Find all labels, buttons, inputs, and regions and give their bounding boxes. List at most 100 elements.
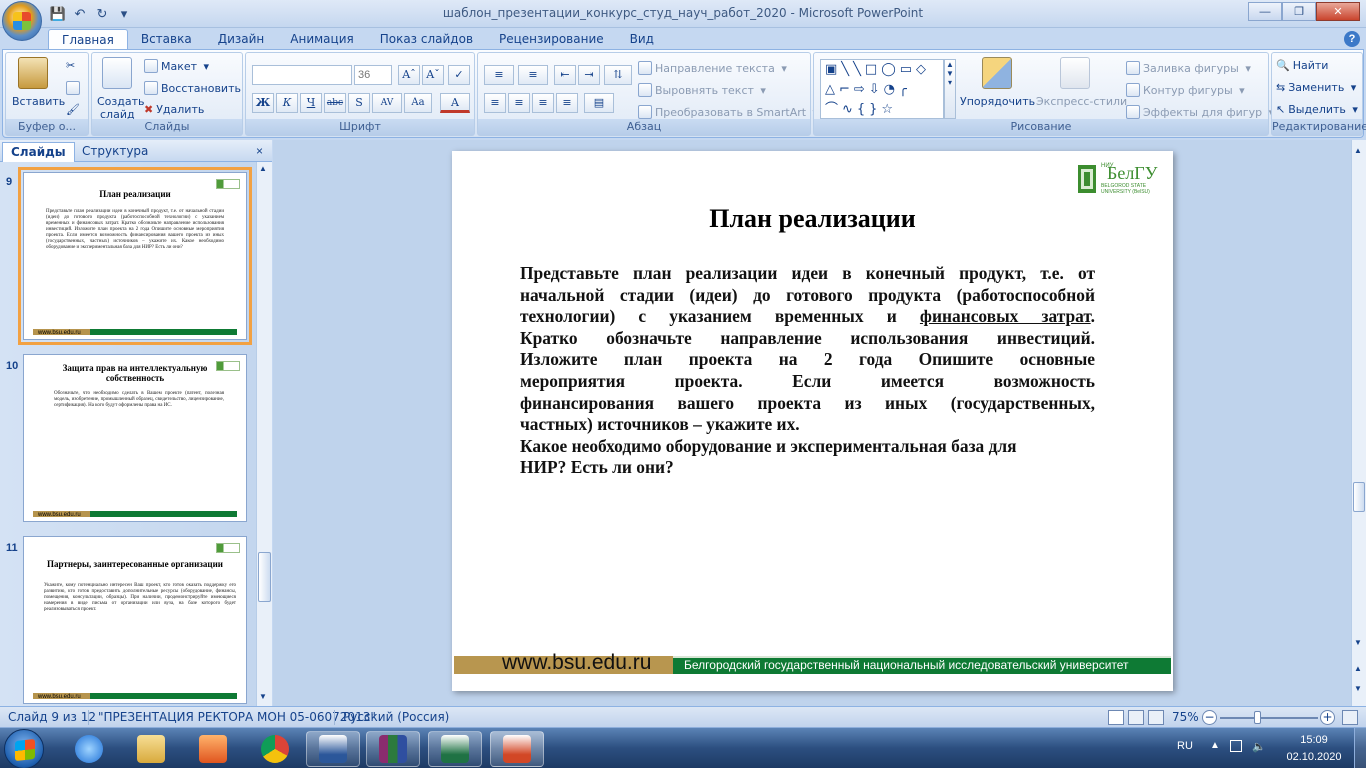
new-slide-button[interactable]: Создать (97, 95, 145, 108)
taskbar-explorer[interactable] (124, 731, 178, 767)
shadow-button[interactable]: S (348, 93, 370, 113)
shape-fill-button[interactable]: Заливка фигуры ▾ (1126, 61, 1251, 75)
scroll-down-icon[interactable]: ▼ (1354, 638, 1362, 647)
tab-insert[interactable]: Вставка (128, 29, 205, 50)
panel-scroll-thumb[interactable] (258, 552, 271, 602)
tab-design[interactable]: Дизайн (205, 29, 278, 50)
align-center-button[interactable]: ≡ (508, 93, 530, 113)
panel-scrollbar[interactable]: ▲ ▼ (256, 162, 272, 706)
minimize-button[interactable]: — (1248, 2, 1282, 21)
align-left-button[interactable]: ≡ (484, 93, 506, 113)
taskbar-ie[interactable] (62, 731, 116, 767)
paste-button[interactable]: Вставить (12, 95, 65, 108)
scroll-down-icon[interactable]: ▼ (259, 692, 269, 702)
close-button[interactable]: ✕ (1316, 2, 1360, 21)
tab-outline[interactable]: Структура (74, 142, 156, 162)
tab-animation[interactable]: Анимация (277, 29, 366, 50)
start-button[interactable] (4, 729, 44, 768)
tray-language[interactable]: RU (1177, 740, 1193, 752)
change-case-button[interactable]: Aa (404, 93, 432, 113)
language-status[interactable]: Русский (Россия) (343, 710, 449, 724)
scroll-thumb[interactable] (1353, 482, 1365, 512)
shapes-gallery-more[interactable]: ▲ ▼ ▾ (944, 59, 956, 119)
clear-format-button[interactable]: ✓ (448, 65, 470, 85)
slide-body-text[interactable]: Представьте план реализации идеи в конеч… (520, 263, 1095, 479)
tab-slideshow[interactable]: Показ слайдов (367, 29, 486, 50)
close-panel-icon[interactable]: × (256, 144, 263, 158)
normal-view-icon[interactable] (1108, 710, 1124, 725)
next-slide-icon[interactable]: ▼ (1354, 684, 1362, 693)
cut-icon[interactable]: ✂ (66, 59, 75, 72)
tab-home[interactable]: Главная (48, 29, 128, 50)
zoom-slider-thumb[interactable] (1254, 711, 1261, 724)
italic-button[interactable]: К (276, 93, 298, 113)
slide-thumb-10[interactable]: Защита прав на интеллектуальную собствен… (23, 354, 247, 522)
zoom-level[interactable]: 75% (1172, 710, 1199, 724)
delete-slide-button[interactable]: ✖ Удалить (144, 103, 204, 116)
underline-button[interactable]: Ч (300, 93, 322, 113)
line-spacing-button[interactable]: ⇅ (604, 65, 632, 85)
taskbar-excel[interactable] (428, 731, 482, 767)
select-button[interactable]: ↖ Выделить ▾ (1276, 103, 1358, 116)
quick-styles-button[interactable]: Экспресс-стили (1036, 95, 1127, 108)
increase-indent-button[interactable]: ⇥ (578, 65, 600, 85)
thumbnails-list[interactable]: 9 План реализации Представьте план реали… (0, 162, 256, 706)
vertical-scrollbar[interactable]: ▲ ▼ ▲ ▼ (1351, 140, 1366, 706)
align-right-button[interactable]: ≡ (532, 93, 554, 113)
strikethrough-button[interactable]: abc (324, 93, 346, 113)
bullets-button[interactable]: ≡ (484, 65, 514, 85)
taskbar-word[interactable] (306, 731, 360, 767)
font-size-input[interactable]: 36 (354, 65, 392, 85)
smartart-button[interactable]: Преобразовать в SmartArt ▾ (638, 105, 818, 119)
network-icon[interactable] (1230, 740, 1242, 752)
shrink-font-button[interactable]: Aˇ (422, 65, 444, 85)
help-icon[interactable]: ? (1344, 31, 1360, 47)
zoom-out-icon[interactable]: − (1202, 710, 1217, 725)
tab-review[interactable]: Рецензирование (486, 29, 617, 50)
layout-button[interactable]: Макет ▾ (144, 59, 209, 73)
numbering-button[interactable]: ≡ (518, 65, 548, 85)
shape-effects-button[interactable]: Эффекты для фигур ▾ (1126, 105, 1274, 119)
slide-thumb-11[interactable]: Партнеры, заинтересованные организации У… (23, 536, 247, 704)
show-desktop-button[interactable] (1354, 728, 1366, 768)
zoom-slider[interactable] (1220, 717, 1318, 719)
text-direction-button[interactable]: Направление текста ▾ (638, 61, 787, 75)
align-text-button[interactable]: Выровнять текст ▾ (638, 83, 766, 97)
taskbar-chrome[interactable] (248, 731, 302, 767)
shapes-gallery[interactable]: ▣╲╲□◯▭◇ △⌐⇨⇩◔╭ ⌒∿{}☆ (820, 59, 944, 119)
justify-button[interactable]: ≡ (556, 93, 578, 113)
office-button[interactable] (2, 1, 42, 41)
font-family-input[interactable] (252, 65, 352, 85)
sorter-view-icon[interactable] (1128, 710, 1144, 725)
columns-button[interactable]: ▤ (584, 93, 614, 113)
fit-window-icon[interactable] (1342, 710, 1358, 725)
bold-button[interactable]: Ж (252, 93, 274, 113)
grow-font-button[interactable]: Aˆ (398, 65, 420, 85)
clock[interactable]: 15:09 02.10.2020 (1278, 732, 1350, 766)
tab-view[interactable]: Вид (617, 29, 667, 50)
decrease-indent-button[interactable]: ⇤ (554, 65, 576, 85)
font-color-button[interactable]: A (440, 93, 470, 113)
slideshow-view-icon[interactable] (1148, 710, 1164, 725)
taskbar-media[interactable] (186, 731, 240, 767)
prev-slide-icon[interactable]: ▲ (1354, 664, 1362, 673)
reset-button[interactable]: Восстановить (144, 81, 241, 95)
scroll-up-icon[interactable]: ▲ (1354, 146, 1362, 155)
volume-icon[interactable]: 🔈 (1252, 740, 1266, 753)
format-painter-icon[interactable]: 🖌 (66, 103, 80, 116)
replace-button[interactable]: ⇆ Заменить ▾ (1276, 81, 1356, 94)
shape-outline-button[interactable]: Контур фигуры ▾ (1126, 83, 1245, 97)
copy-icon[interactable] (66, 81, 80, 95)
zoom-in-icon[interactable]: + (1320, 710, 1335, 725)
taskbar-winrar[interactable] (366, 731, 420, 767)
slide-thumb-9[interactable]: План реализации Представьте план реализа… (18, 167, 252, 345)
slide-title[interactable]: План реализации (452, 204, 1173, 234)
slide[interactable]: НИУ БелГУ BELGOROD STATE UNIVERSITY (Bel… (452, 151, 1173, 691)
scroll-up-icon[interactable]: ▲ (259, 164, 269, 174)
char-spacing-button[interactable]: AV (372, 93, 402, 113)
find-button[interactable]: 🔍 Найти (1276, 59, 1328, 72)
arrange-button[interactable]: Упорядочить (960, 95, 1035, 108)
restore-button[interactable]: ❐ (1282, 2, 1316, 21)
taskbar-powerpoint[interactable] (490, 731, 544, 767)
tab-slides[interactable]: Слайды (2, 142, 75, 162)
